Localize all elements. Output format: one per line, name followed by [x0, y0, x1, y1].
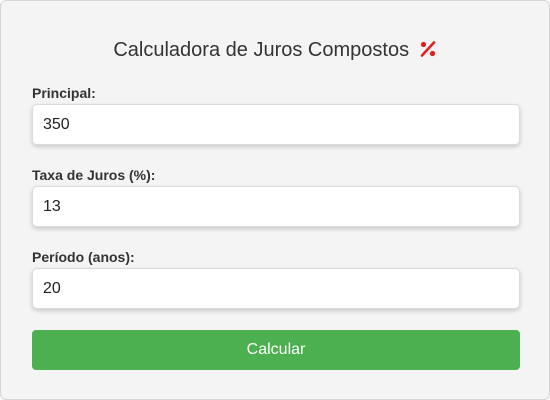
interest-rate-label: Taxa de Juros (%):: [32, 167, 156, 183]
period-input[interactable]: [32, 268, 520, 309]
calculator-card: Calculadora de Juros Compostos Principal…: [0, 0, 550, 400]
interest-rate-input[interactable]: [32, 186, 520, 227]
principal-label: Principal:: [32, 85, 96, 101]
calculate-button[interactable]: Calcular: [32, 330, 520, 370]
percent-icon: [420, 40, 435, 57]
page-title-row: Calculadora de Juros Compostos: [1, 37, 549, 62]
principal-input[interactable]: [32, 104, 520, 145]
period-label: Período (anos):: [32, 249, 135, 265]
page-title: Calculadora de Juros Compostos: [113, 38, 410, 61]
